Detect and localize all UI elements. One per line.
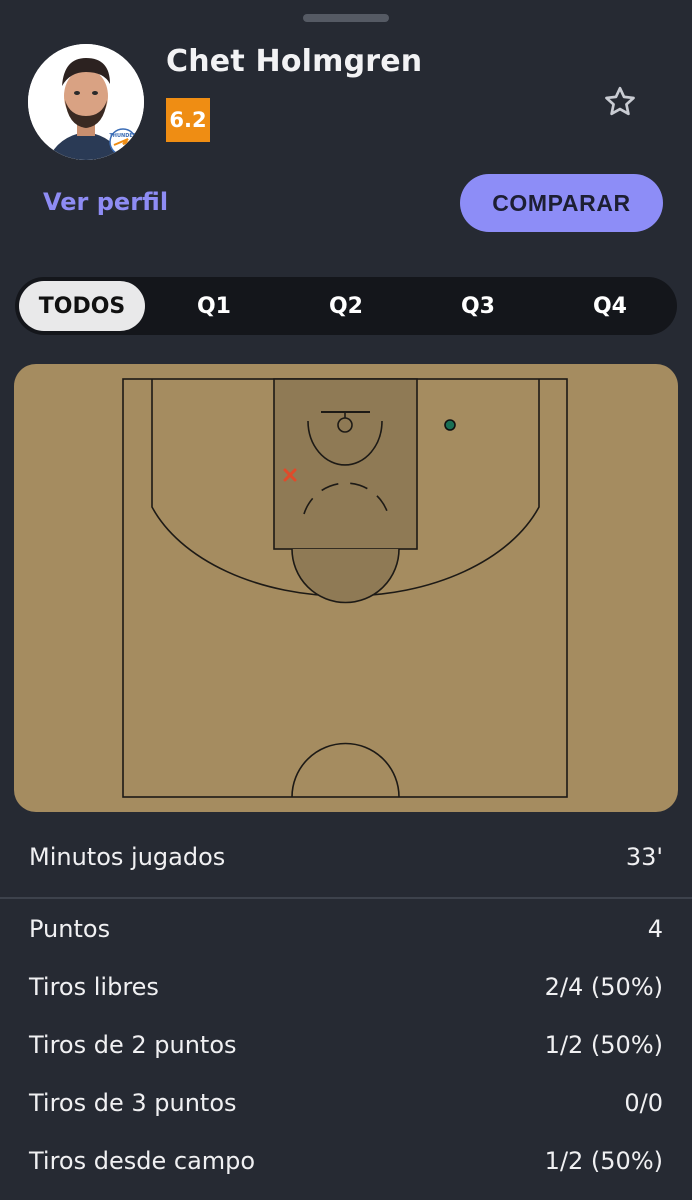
player-photo-icon: THUNDER xyxy=(28,44,144,160)
drag-handle[interactable] xyxy=(303,14,389,22)
tab-todos[interactable]: TODOS xyxy=(19,281,145,331)
stat-label-minutes: Minutos jugados xyxy=(29,843,226,871)
stat-value-points: 4 xyxy=(647,915,663,943)
shot-chart-court xyxy=(14,364,678,812)
court-diagram xyxy=(122,378,568,798)
favorite-button[interactable] xyxy=(600,82,640,122)
thunder-logo-icon: THUNDER xyxy=(109,128,137,156)
player-stats-sheet: THUNDER Chet Holmgren 6.2 Ver perfil COM… xyxy=(0,0,692,1200)
tab-q2[interactable]: Q2 xyxy=(283,281,409,331)
view-profile-link[interactable]: Ver perfil xyxy=(43,188,168,216)
stat-label-points: Puntos xyxy=(29,915,111,943)
tab-q1[interactable]: Q1 xyxy=(151,281,277,331)
svg-text:THUNDER: THUNDER xyxy=(109,133,136,139)
stat-label-two-pointers: Tiros de 2 puntos xyxy=(29,1031,237,1059)
divider xyxy=(0,897,692,899)
stat-label-free-throws: Tiros libres xyxy=(29,973,159,1001)
star-outline-icon xyxy=(605,86,635,116)
stat-label-field-goals: Tiros desde campo xyxy=(29,1147,256,1175)
shot-made-marker xyxy=(444,419,456,431)
stat-value-field-goals: 1/2 (50%) xyxy=(544,1147,663,1175)
stat-value-free-throws: 2/4 (50%) xyxy=(544,973,663,1001)
tab-q3[interactable]: Q3 xyxy=(415,281,541,331)
stat-label-three-pointers: Tiros de 3 puntos xyxy=(29,1089,237,1117)
quarter-tabs: TODOS Q1 Q2 Q3 Q4 xyxy=(15,277,677,335)
stat-value-minutes: 33' xyxy=(625,843,663,871)
compare-button[interactable]: COMPARAR xyxy=(460,174,663,232)
player-avatar: THUNDER xyxy=(28,44,144,160)
stat-value-three-pointers: 0/0 xyxy=(624,1089,663,1117)
player-name: Chet Holmgren xyxy=(166,44,423,79)
tab-q4[interactable]: Q4 xyxy=(547,281,673,331)
stat-value-two-pointers: 1/2 (50%) xyxy=(544,1031,663,1059)
rating-badge: 6.2 xyxy=(166,98,210,142)
